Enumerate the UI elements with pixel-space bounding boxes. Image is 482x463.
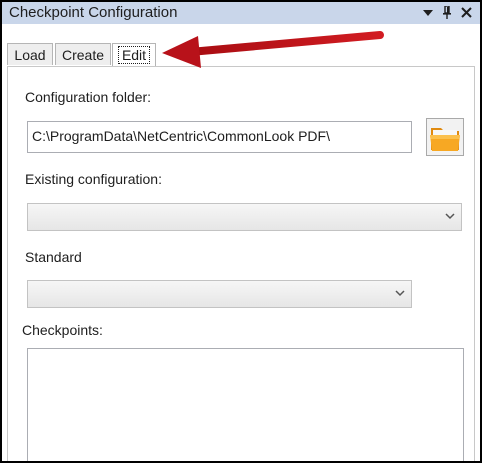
chevron-down-icon [445, 213, 455, 220]
existing-config-select[interactable] [27, 203, 462, 231]
folder-icon [430, 128, 460, 151]
browse-folder-button[interactable] [426, 118, 464, 156]
checkpoints-label: Checkpoints: [22, 322, 103, 338]
standard-select[interactable] [27, 280, 412, 308]
config-folder-field[interactable]: C:\ProgramData\NetCentric\CommonLook PDF… [27, 121, 412, 153]
standard-label: Standard [25, 249, 82, 265]
screenshot-frame: Checkpoint Configuration Load Create Edi… [0, 0, 482, 463]
chevron-down-icon [395, 290, 405, 297]
config-folder-value: C:\ProgramData\NetCentric\CommonLook PDF… [32, 128, 330, 144]
checkpoints-list[interactable] [27, 348, 464, 461]
existing-config-label: Existing configuration: [25, 171, 162, 187]
edit-panel: Configuration folder: C:\ProgramData\Net… [7, 66, 475, 461]
annotation-arrow [162, 31, 384, 68]
